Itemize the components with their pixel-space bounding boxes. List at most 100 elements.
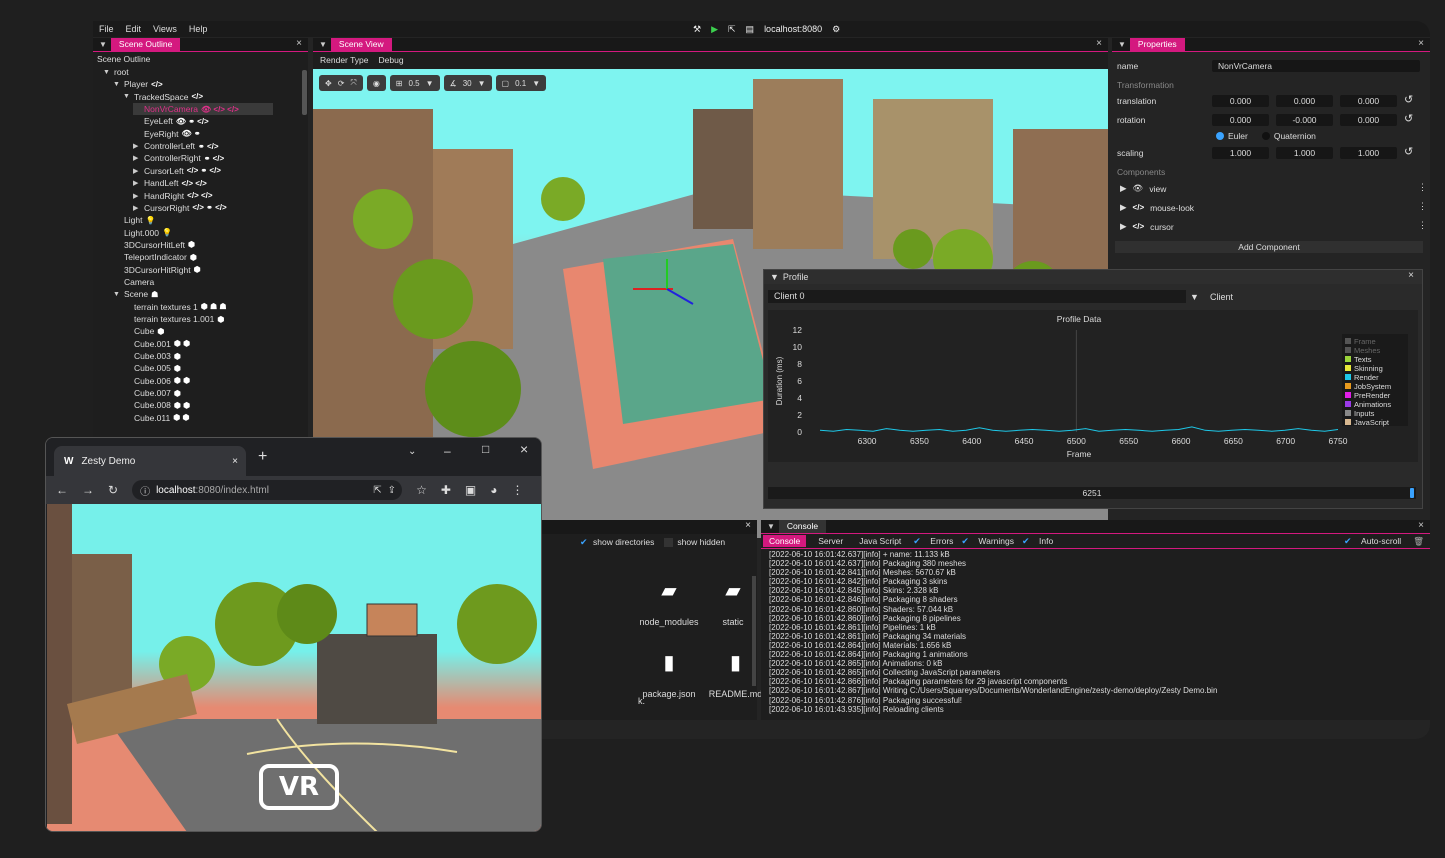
- server-address[interactable]: localhost:8080: [764, 24, 822, 34]
- render-type-menu[interactable]: Render Type: [320, 55, 369, 65]
- file-node-modules[interactable]: ▰ node_modules: [639, 578, 699, 627]
- sidebar-icon[interactable]: ▣: [465, 483, 476, 497]
- component-view[interactable]: ▶ 👁 view: [1120, 183, 1166, 194]
- profile-chart[interactable]: Profile Data 0 2 4 6 8 10 12 6300 6350 6400 6450 650…: [768, 310, 1418, 462]
- menu-help[interactable]: Help: [183, 24, 214, 34]
- tab-search-icon[interactable]: ⌄: [408, 446, 416, 457]
- tree-node[interactable]: ▶ CursorLeft </> ⚭ </>: [133, 165, 221, 177]
- reload-icon[interactable]: ↻: [108, 483, 118, 497]
- tree-node[interactable]: Cube.008 ⬢ ⬢: [123, 399, 190, 411]
- tree-node[interactable]: EyeRight 👁 ⚭: [133, 128, 201, 140]
- scaling-x[interactable]: 1.000: [1212, 147, 1269, 159]
- console-tab-server[interactable]: Server: [814, 536, 847, 546]
- menu-file[interactable]: File: [93, 24, 120, 34]
- tree-node[interactable]: 3DCursorHitLeft ⬢: [113, 239, 195, 251]
- vr-button[interactable]: VR: [259, 764, 339, 810]
- console-tab-console[interactable]: Console: [763, 535, 807, 547]
- tab-properties[interactable]: Properties: [1129, 38, 1185, 51]
- expand-arrow-icon[interactable]: ▼: [113, 291, 121, 298]
- rotation-z[interactable]: 0.000: [1340, 114, 1397, 126]
- kebab-menu-icon[interactable]: ⋮: [1418, 220, 1427, 231]
- close-icon[interactable]: ×: [296, 38, 302, 49]
- tree-node[interactable]: Cube.011 ⬢ ⬢: [123, 412, 189, 424]
- rotation-y[interactable]: -0.000: [1276, 114, 1333, 126]
- kebab-menu-icon[interactable]: ⋮: [1418, 201, 1427, 212]
- client-select[interactable]: Client 0: [768, 290, 1186, 303]
- expand-arrow-icon[interactable]: ▶: [133, 179, 141, 187]
- reset-scaling-icon[interactable]: ↺: [1404, 145, 1413, 158]
- scale-icon[interactable]: ⤧: [350, 78, 356, 88]
- warnings-checkbox[interactable]: ✔: [961, 536, 970, 546]
- new-tab-icon[interactable]: +: [258, 448, 267, 466]
- tree-node[interactable]: Cube.007 ⬢: [123, 387, 181, 399]
- tab-menu-icon[interactable]: ▼: [93, 40, 111, 49]
- show-directories-checkbox[interactable]: ✔: [580, 537, 589, 547]
- quaternion-radio[interactable]: [1261, 132, 1270, 140]
- tree-node[interactable]: Cube.003 ⬢: [123, 350, 181, 362]
- expand-arrow-icon[interactable]: ▶: [133, 142, 141, 150]
- name-field[interactable]: NonVrCamera: [1212, 60, 1420, 72]
- grid-snap[interactable]: ⊞ 0.5 ▼: [389, 75, 440, 91]
- outline-scrollbar[interactable]: [302, 70, 307, 115]
- settings-icon[interactable]: ⚙: [832, 24, 840, 35]
- maximize-icon[interactable]: □: [482, 442, 489, 456]
- tree-node[interactable]: NonVrCamera 👁 </> </>: [133, 103, 273, 116]
- tree-node[interactable]: EyeLeft 👁 ⚭ </>: [133, 115, 209, 127]
- scale-snap[interactable]: ▢ 0.1 ▼: [495, 75, 547, 91]
- expand-arrow-icon[interactable]: ▶: [133, 154, 141, 162]
- close-icon[interactable]: ×: [1408, 270, 1414, 281]
- file-browser-scrollbar[interactable]: [752, 576, 756, 686]
- pivot-toggle[interactable]: ◉: [366, 75, 386, 91]
- expand-arrow-icon[interactable]: ▼: [113, 81, 121, 88]
- scaling-y[interactable]: 1.000: [1276, 147, 1333, 159]
- chevron-down-icon[interactable]: ▼: [1190, 292, 1200, 302]
- back-icon[interactable]: ←: [56, 483, 68, 497]
- close-icon[interactable]: ×: [1418, 38, 1424, 49]
- tree-node[interactable]: ▶ HandLeft </> </>: [133, 177, 207, 189]
- close-icon[interactable]: ×: [745, 520, 751, 531]
- frame-slider[interactable]: 6251: [768, 487, 1416, 499]
- tree-node[interactable]: ▼ TrackedSpace </>: [123, 91, 203, 103]
- reset-rotation-icon[interactable]: ↺: [1404, 112, 1413, 125]
- tree-node[interactable]: Cube.006 ⬢ ⬢: [123, 375, 190, 387]
- browser-tab[interactable]: W Zesty Demo ×: [54, 446, 246, 476]
- move-icon[interactable]: ✥: [325, 79, 332, 88]
- tab-scene-outline[interactable]: Scene Outline: [110, 38, 181, 51]
- minimize-icon[interactable]: –: [444, 444, 451, 458]
- external-link-icon[interactable]: ⇱: [728, 24, 736, 35]
- tab-scene-view[interactable]: Scene View: [330, 38, 392, 51]
- tree-node[interactable]: Camera: [113, 276, 157, 288]
- console-output[interactable]: [2022-06-10 16:01:42.637][info] + name: …: [761, 549, 1430, 717]
- address-bar[interactable]: ⓘ localhost:8080/index.html ⇱ ⇪: [132, 480, 403, 500]
- tree-node[interactable]: Light.000 💡: [113, 227, 172, 239]
- errors-checkbox[interactable]: ✔: [913, 536, 922, 546]
- close-icon[interactable]: ×: [1096, 38, 1102, 49]
- tree-node[interactable]: ▼ Player </>: [113, 78, 163, 90]
- translation-z[interactable]: 0.000: [1340, 95, 1397, 107]
- rotation-x[interactable]: 0.000: [1212, 114, 1269, 126]
- hammer-icon[interactable]: ⚒: [693, 24, 701, 35]
- close-icon[interactable]: ×: [1418, 520, 1424, 531]
- reset-translation-icon[interactable]: ↺: [1404, 93, 1413, 106]
- debug-menu[interactable]: Debug: [379, 55, 404, 65]
- forward-icon[interactable]: →: [82, 483, 94, 497]
- component-cursor[interactable]: ▶ </> cursor: [1120, 221, 1174, 232]
- share-icon[interactable]: ⇪: [388, 485, 396, 496]
- trash-icon[interactable]: 🗑: [1409, 536, 1430, 547]
- close-window-icon[interactable]: ×: [520, 441, 528, 457]
- file-static[interactable]: ▰ static: [708, 578, 758, 627]
- expand-arrow-icon[interactable]: ▼: [123, 93, 131, 100]
- open-in-app-icon[interactable]: ⇱: [373, 485, 381, 496]
- tree-node[interactable]: ▼ root: [103, 66, 132, 78]
- tree-node[interactable]: terrain textures 1 ⬢ ☗ ☗: [123, 301, 227, 313]
- menu-edit[interactable]: Edit: [120, 24, 148, 34]
- rotation-snap[interactable]: ∡ 30 ▼: [443, 75, 492, 91]
- tree-node[interactable]: TeleportIndicator ⬢: [113, 251, 197, 263]
- scaling-z[interactable]: 1.000: [1340, 147, 1397, 159]
- tab-menu-icon[interactable]: ▼: [1112, 40, 1130, 49]
- tree-node[interactable]: Light 💡: [113, 214, 155, 226]
- console-tab-javascript[interactable]: Java Script: [855, 536, 905, 546]
- info-checkbox[interactable]: ✔: [1022, 536, 1031, 546]
- translation-y[interactable]: 0.000: [1276, 95, 1333, 107]
- tab-console[interactable]: Console: [778, 520, 827, 533]
